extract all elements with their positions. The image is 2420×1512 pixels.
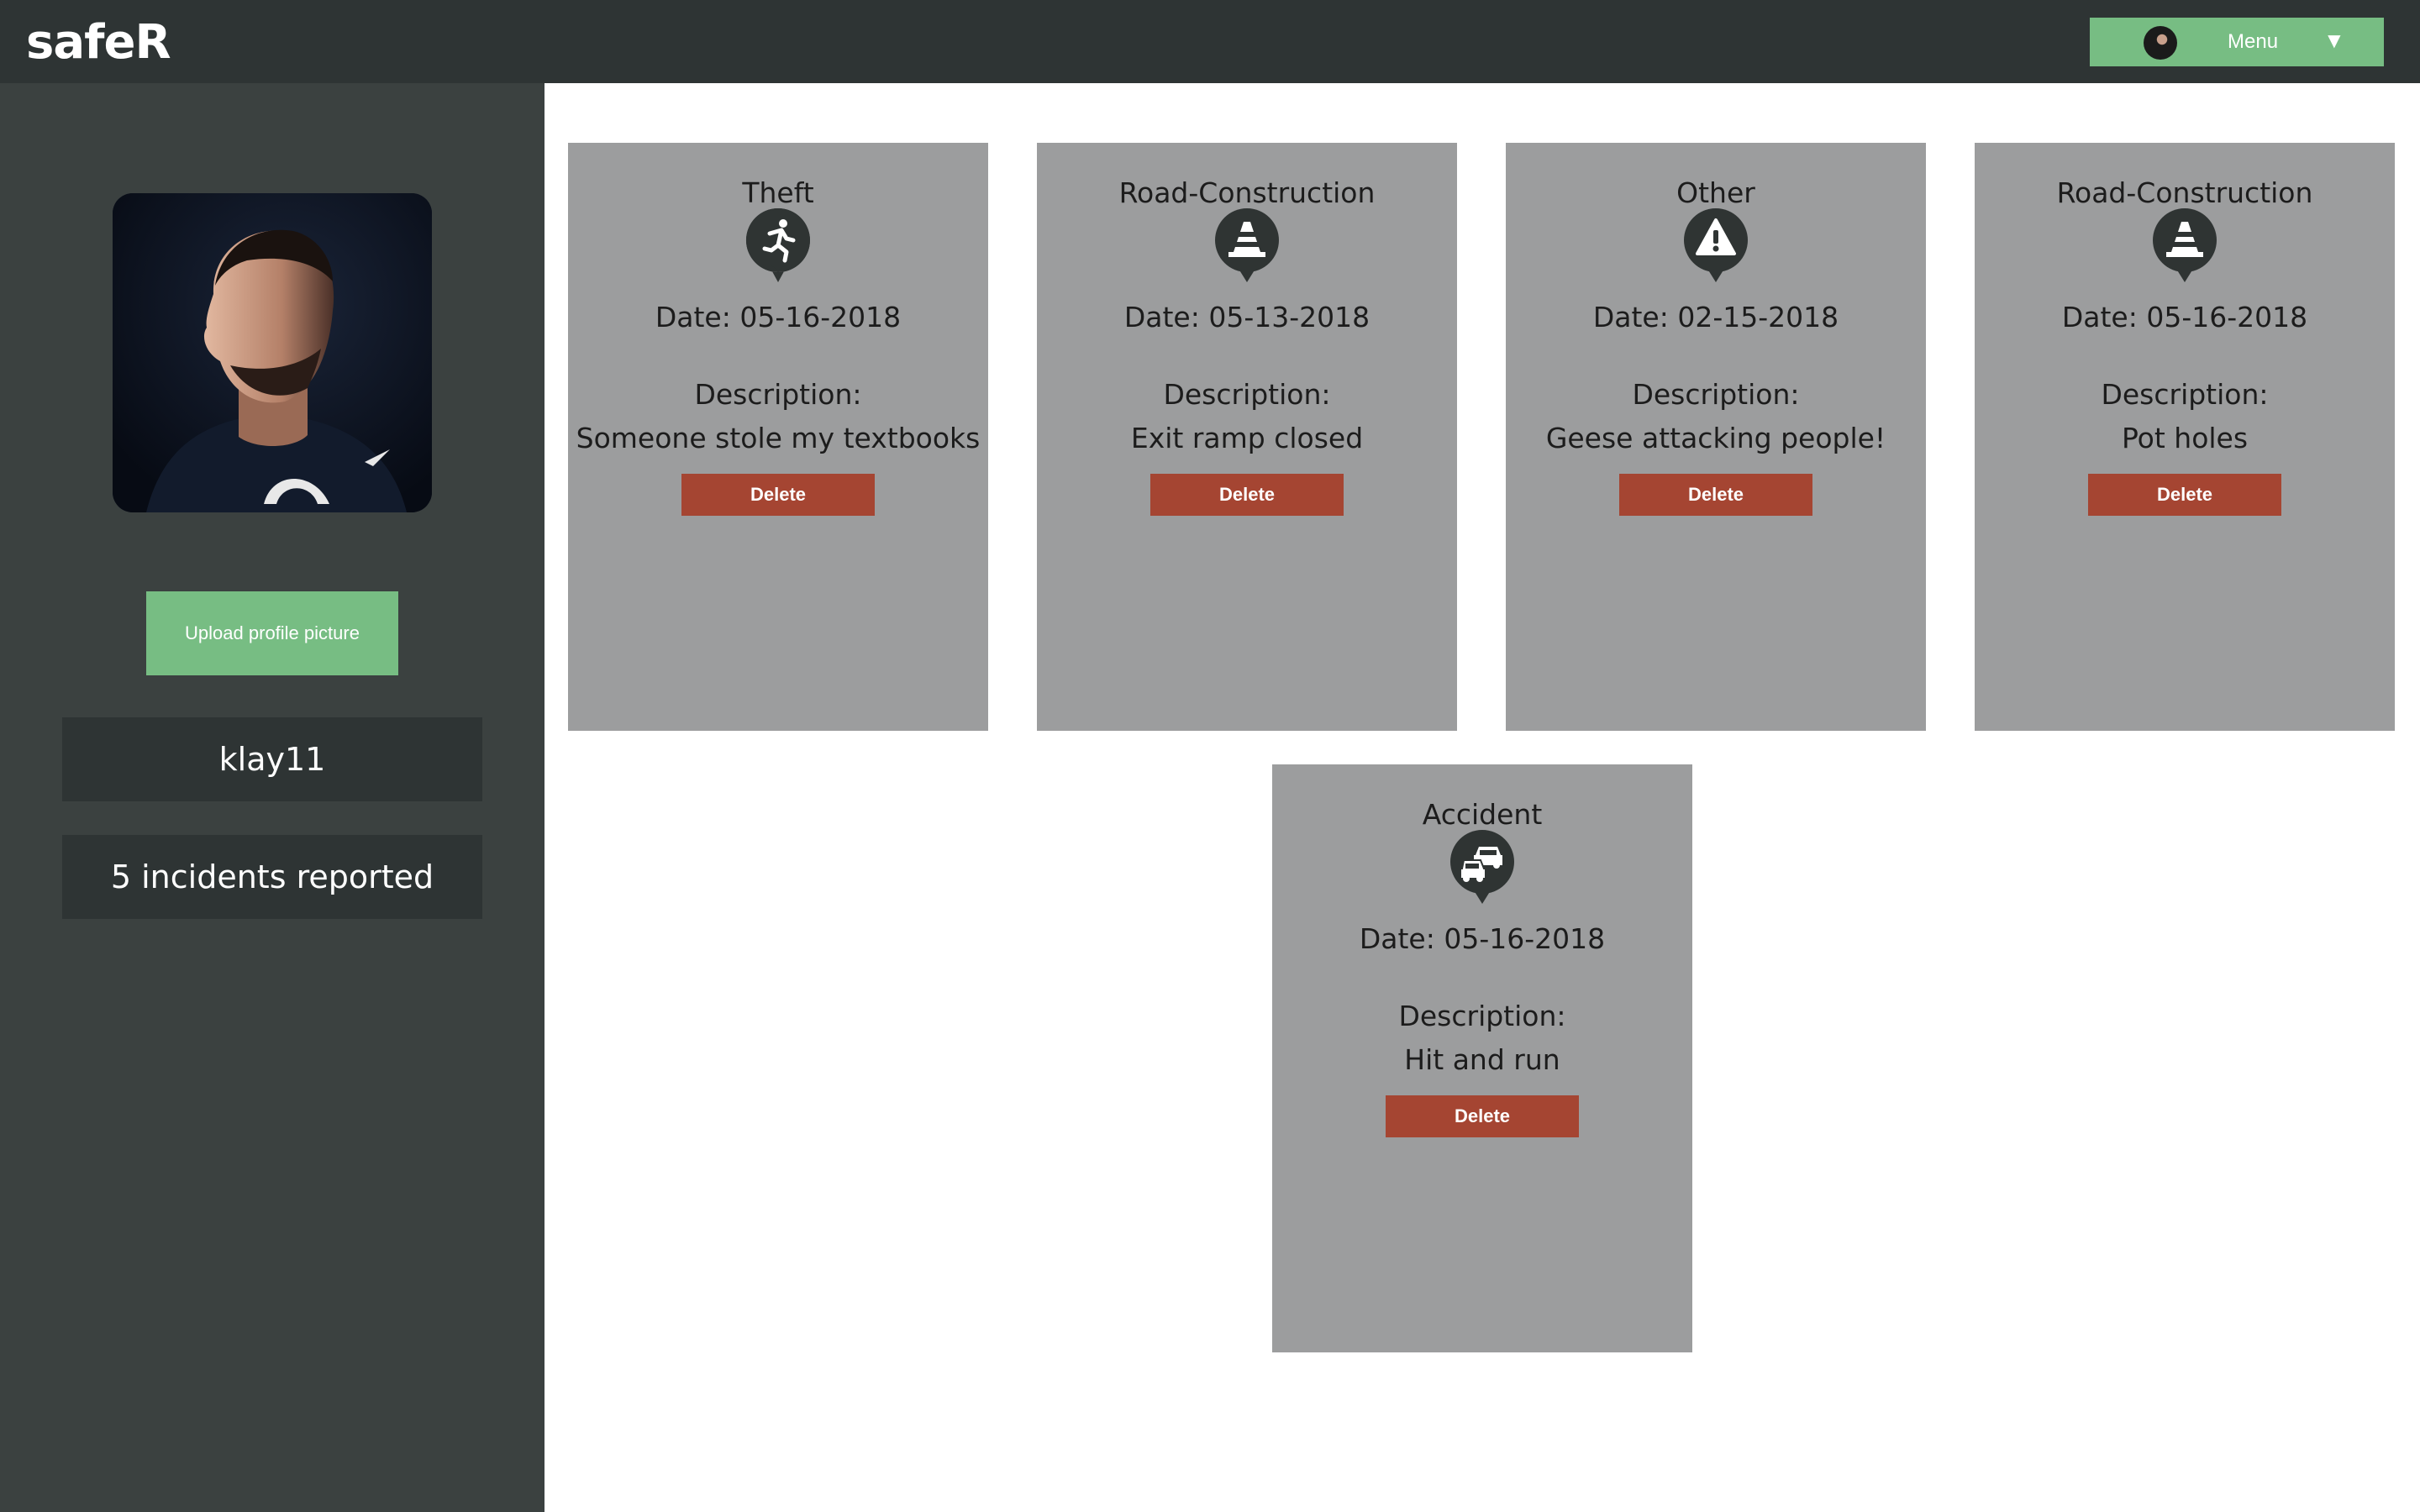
incident-description: Hit and run xyxy=(1404,1043,1560,1076)
delete-button[interactable]: Delete xyxy=(1386,1095,1579,1137)
description-label: Description: xyxy=(1398,1000,1566,1032)
description-label: Description: xyxy=(694,378,862,411)
warning-icon xyxy=(1684,208,1748,282)
traffic-cone-icon xyxy=(1215,208,1279,282)
delete-button[interactable]: Delete xyxy=(1150,474,1344,516)
incident-type: Other xyxy=(1676,176,1755,209)
delete-button[interactable]: Delete xyxy=(1619,474,1812,516)
car-crash-icon xyxy=(1450,830,1514,904)
upload-profile-picture-button[interactable]: Upload profile picture xyxy=(146,591,398,675)
description-label: Description: xyxy=(1163,378,1331,411)
profile-picture xyxy=(113,193,432,512)
menu-button[interactable]: Menu ▼ xyxy=(2090,18,2384,66)
delete-button[interactable]: Delete xyxy=(681,474,875,516)
app-logo[interactable]: safeR xyxy=(26,15,171,70)
incident-card: Road-Construction Date: 05-13-2018 Descr… xyxy=(1037,143,1457,731)
incident-type: Accident xyxy=(1422,798,1543,831)
incident-date: Date: 05-16-2018 xyxy=(655,301,902,333)
incident-card: Road-Construction Date: 05-16-2018 Descr… xyxy=(1975,143,2395,731)
incident-description: Someone stole my textbooks xyxy=(576,422,981,454)
incident-date: Date: 05-16-2018 xyxy=(1359,922,1606,955)
incident-description: Pot holes xyxy=(2121,422,2249,454)
profile-photo-illustration xyxy=(113,193,432,512)
incident-type: Road-Construction xyxy=(2056,176,2313,209)
incident-description: Geese attacking people! xyxy=(1545,422,1886,454)
running-person-icon xyxy=(745,208,810,282)
incident-card: Theft Date: 05-16-2018 Description: Some… xyxy=(568,143,988,731)
incident-date: Date: 05-13-2018 xyxy=(1123,301,1370,333)
incident-card: Other Date: 02-15-2018 Description: Gees… xyxy=(1506,143,1926,731)
incident-card: Accident Date: 05-16-2018 Description: H… xyxy=(1272,764,1692,1352)
description-label: Description: xyxy=(2101,378,2269,411)
delete-button[interactable]: Delete xyxy=(2088,474,2281,516)
menu-avatar xyxy=(2144,26,2177,60)
profile-sidebar: Upload profile picture klay11 5 incident… xyxy=(0,83,544,1512)
incident-description: Exit ramp closed xyxy=(1130,422,1364,454)
traffic-cone-icon xyxy=(2153,208,2217,282)
username-display: klay11 xyxy=(62,717,482,801)
incident-type: Road-Construction xyxy=(1118,176,1376,209)
incident-type: Theft xyxy=(742,176,814,209)
incident-date: Date: 05-16-2018 xyxy=(2061,301,2308,333)
incident-date: Date: 02-15-2018 xyxy=(1592,301,1839,333)
incident-count: 5 incidents reported xyxy=(62,835,482,919)
chevron-down-icon: ▼ xyxy=(2323,28,2345,53)
description-label: Description: xyxy=(1632,378,1800,411)
menu-label: Menu xyxy=(2228,30,2279,53)
top-navbar: safeR Menu ▼ xyxy=(0,0,2420,83)
